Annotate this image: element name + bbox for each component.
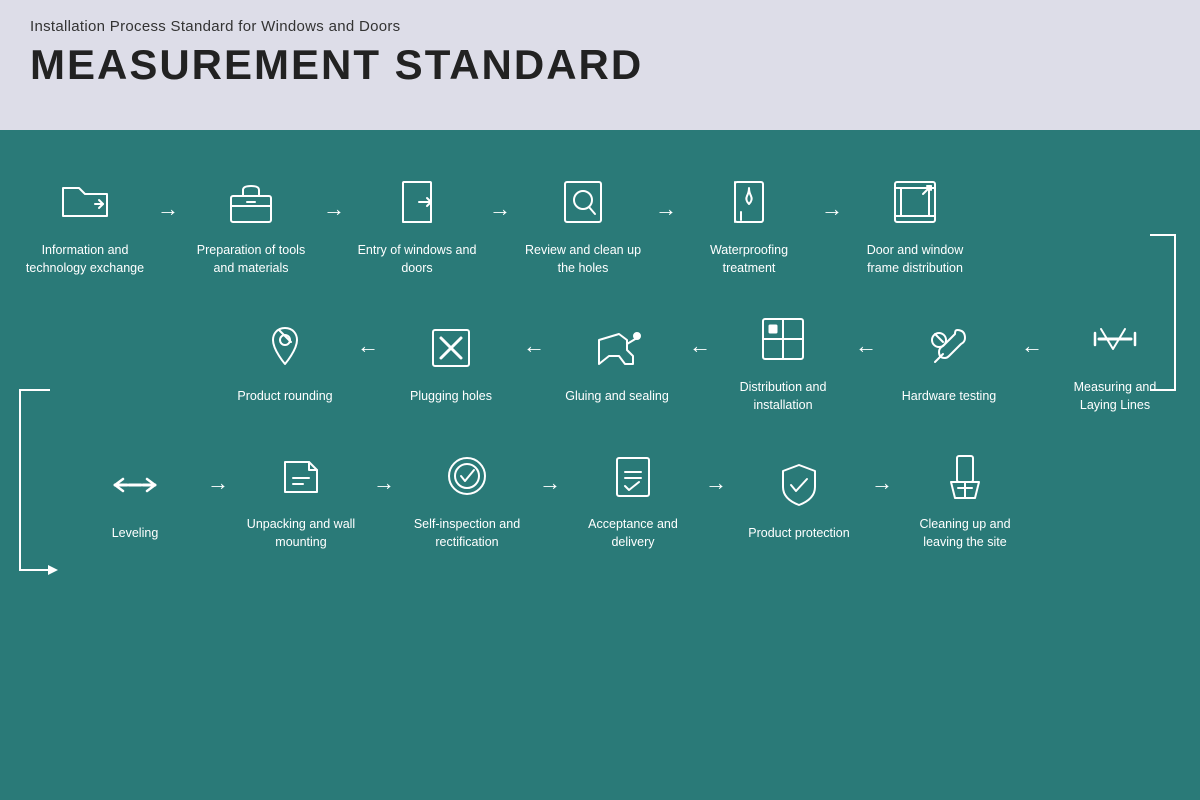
step-acceptance: Acceptance and delivery: [568, 444, 698, 551]
step-label-frame-dist: Door and window frame distribution: [855, 242, 975, 277]
step-measuring: Measuring and Laying Lines: [1050, 307, 1180, 414]
arrow-15: →: [864, 470, 900, 496]
step-label-distribution: Distribution and installation: [723, 379, 843, 414]
step-label-review-holes: Review and clean up the holes: [523, 242, 643, 277]
step-frame-dist: Door and window frame distribution: [850, 170, 980, 277]
step-tools-prep: Preparation of tools and materials: [186, 170, 316, 277]
step-label-hardware: Hardware testing: [889, 388, 1009, 406]
main-content: Information and technology exchange → Pr…: [0, 130, 1200, 800]
arrow-5: →: [814, 196, 850, 222]
step-waterproofing: Waterproofing treatment: [684, 170, 814, 277]
step-cleanup: Cleaning up and leaving the site: [900, 444, 1030, 551]
step-label-acceptance: Acceptance and delivery: [573, 516, 693, 551]
step-gluing: Gluing and sealing: [552, 316, 682, 406]
arrow-4: →: [648, 196, 684, 222]
flow-row-1: Information and technology exchange → Pr…: [20, 170, 1190, 277]
step-label-waterproofing: Waterproofing treatment: [689, 242, 809, 277]
accept-icon: [601, 444, 665, 508]
step-hardware: Hardware testing: [884, 316, 1014, 406]
arrow-12: →: [366, 470, 402, 496]
door-entry-icon: [385, 170, 449, 234]
inspect-icon: [435, 444, 499, 508]
header-subtitle: Installation Process Standard for Window…: [30, 18, 1170, 35]
step-label-unpacking: Unpacking and wall mounting: [241, 516, 361, 551]
arrow-8: ←: [682, 333, 718, 359]
step-label-plugging: Plugging holes: [391, 388, 511, 406]
grid-install-icon: [751, 307, 815, 371]
arrow-6: ←: [1014, 333, 1050, 359]
frame-dist-icon: [883, 170, 947, 234]
arrow-1: →: [150, 196, 186, 222]
step-label-tools-prep: Preparation of tools and materials: [191, 242, 311, 277]
arrow-3: →: [482, 196, 518, 222]
glue-gun-icon: [585, 316, 649, 380]
flow-row-2: Measuring and Laying Lines ← Hardware te…: [10, 307, 1180, 414]
arrow-14: →: [698, 470, 734, 496]
arrow-2: →: [316, 196, 352, 222]
step-label-protection: Product protection: [739, 525, 859, 543]
unpack-icon: [269, 444, 333, 508]
step-label-entry-windows: Entry of windows and doors: [357, 242, 477, 277]
step-review-holes: Review and clean up the holes: [518, 170, 648, 277]
toolbox-icon: [219, 170, 283, 234]
flow-row-3: Leveling → Unpacking and wall mounting →: [70, 444, 1190, 551]
page-header: Installation Process Standard for Window…: [0, 0, 1200, 130]
step-plugging: Plugging holes: [386, 316, 516, 406]
step-distribution: Distribution and installation: [718, 307, 848, 414]
step-label-rounding: Product rounding: [225, 388, 345, 406]
measure-icon: [1083, 307, 1147, 371]
step-label-cleanup: Cleaning up and leaving the site: [905, 516, 1025, 551]
step-info-exchange: Information and technology exchange: [20, 170, 150, 277]
broom-icon: [933, 444, 997, 508]
step-leveling: Leveling: [70, 453, 200, 543]
step-entry-windows: Entry of windows and doors: [352, 170, 482, 277]
step-label-info-exchange: Information and technology exchange: [25, 242, 145, 277]
wrench-icon: [917, 316, 981, 380]
step-label-self-inspect: Self-inspection and rectification: [407, 516, 527, 551]
arrow-11: →: [200, 470, 236, 496]
step-unpacking: Unpacking and wall mounting: [236, 444, 366, 551]
step-label-leveling: Leveling: [75, 525, 195, 543]
plug-hole-icon: [419, 316, 483, 380]
arrow-13: →: [532, 470, 568, 496]
shield-icon: [767, 453, 831, 517]
step-rounding: Product rounding: [220, 316, 350, 406]
step-label-measuring: Measuring and Laying Lines: [1055, 379, 1175, 414]
header-title: MEASUREMENT STANDARD: [30, 41, 1170, 89]
step-protection: Product protection: [734, 453, 864, 543]
magnify-icon: [551, 170, 615, 234]
arrow-9: ←: [516, 333, 552, 359]
step-label-gluing: Gluing and sealing: [557, 388, 677, 406]
pin-icon: [253, 316, 317, 380]
folder-share-icon: [53, 170, 117, 234]
arrow-10: ←: [350, 333, 386, 359]
arrow-7: ←: [848, 333, 884, 359]
level-icon: [103, 453, 167, 517]
step-self-inspect: Self-inspection and rectification: [402, 444, 532, 551]
waterproof-icon: [717, 170, 781, 234]
